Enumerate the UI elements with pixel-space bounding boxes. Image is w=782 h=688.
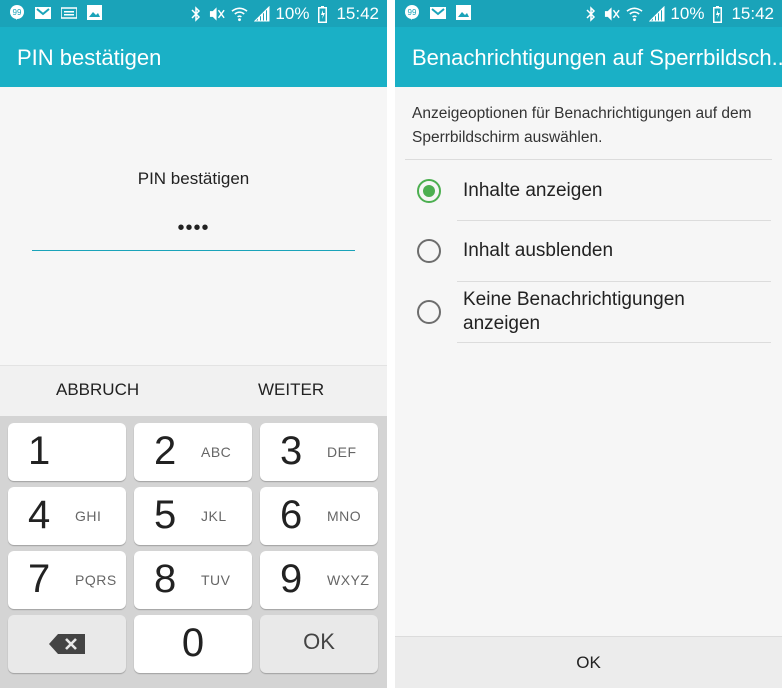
battery-icon bbox=[314, 5, 331, 23]
key-number: 6 bbox=[280, 493, 303, 537]
battery-percent: 10% bbox=[670, 4, 705, 23]
ok-button[interactable]: OK bbox=[395, 636, 782, 688]
radio-button[interactable] bbox=[417, 239, 441, 263]
key-number: 3 bbox=[280, 429, 303, 473]
key-5[interactable]: 5 JKL bbox=[134, 487, 252, 545]
key-number: 4 bbox=[28, 493, 51, 537]
key-number: 5 bbox=[154, 493, 177, 537]
email-icon bbox=[34, 4, 51, 21]
status-bar: 99 10% 15:42 bbox=[0, 0, 387, 27]
key-letters: WXYZ bbox=[327, 572, 370, 588]
ok-button-label: OK bbox=[576, 653, 601, 672]
key-8[interactable]: 8 TUV bbox=[134, 551, 252, 609]
backspace-icon bbox=[49, 634, 85, 654]
battery-icon bbox=[709, 5, 726, 23]
keyboard-icon bbox=[60, 4, 77, 21]
status-time: 15:42 bbox=[336, 4, 379, 23]
svg-text:99: 99 bbox=[407, 8, 416, 17]
key-letters: GHI bbox=[75, 508, 102, 524]
key-letters: MNO bbox=[327, 508, 362, 524]
ok-key-label: OK bbox=[303, 629, 335, 654]
bluetooth-icon bbox=[187, 6, 204, 23]
key-number: 2 bbox=[154, 429, 177, 473]
lockscreen-notifications-screen: 99 10% 15:42 Benachrichtigungen auf Sper… bbox=[395, 0, 782, 688]
delete-key[interactable] bbox=[8, 615, 126, 673]
signal-icon bbox=[648, 6, 665, 23]
key-7[interactable]: 7 PQRS bbox=[8, 551, 126, 609]
next-button[interactable]: WEITER bbox=[258, 380, 324, 400]
pin-input[interactable]: •••• bbox=[0, 217, 387, 240]
option-label: Inhalte anzeigen bbox=[463, 180, 603, 201]
hangouts-icon: 99 bbox=[403, 4, 420, 21]
action-bar: ABBRUCH WEITER bbox=[0, 365, 387, 416]
key-4[interactable]: 4 GHI bbox=[8, 487, 126, 545]
signal-icon bbox=[253, 6, 270, 23]
key-6[interactable]: 6 MNO bbox=[260, 487, 378, 545]
key-number: 0 bbox=[181, 621, 205, 665]
radio-button[interactable] bbox=[417, 300, 441, 324]
pin-input-underline bbox=[32, 250, 355, 251]
app-bar: PIN bestätigen bbox=[0, 27, 387, 87]
battery-percent: 10% bbox=[275, 4, 310, 23]
key-9[interactable]: 9 WXYZ bbox=[260, 551, 378, 609]
option-label: Inhalt ausblenden bbox=[463, 240, 614, 261]
key-letters: ABC bbox=[201, 444, 232, 460]
email-icon bbox=[429, 4, 446, 21]
option-show-content[interactable]: Inhalte anzeigen bbox=[395, 161, 782, 221]
status-time: 15:42 bbox=[731, 4, 774, 23]
wifi-icon bbox=[231, 6, 248, 23]
pin-entry-area: PIN bestätigen •••• bbox=[0, 87, 387, 365]
description-text: Anzeigeoptionen für Benachrichtigungen a… bbox=[412, 105, 752, 146]
key-3[interactable]: 3 DEF bbox=[260, 423, 378, 481]
pin-confirm-screen: 99 10% 15:42 PIN bestätigen PIN bestätig… bbox=[0, 0, 387, 688]
divider bbox=[405, 159, 772, 160]
page-title: Benachrichtigungen auf Sperrbildsch... bbox=[412, 45, 782, 70]
ok-key[interactable]: OK bbox=[260, 615, 378, 673]
app-bar: Benachrichtigungen auf Sperrbildsch... bbox=[395, 27, 782, 87]
radio-button-selected[interactable] bbox=[417, 179, 441, 203]
divider bbox=[457, 342, 771, 343]
status-bar: 99 10% 15:42 bbox=[395, 0, 782, 27]
wifi-icon bbox=[626, 6, 643, 23]
gallery-icon bbox=[86, 4, 103, 21]
hangouts-icon: 99 bbox=[8, 4, 25, 21]
option-hide-content[interactable]: Inhalt ausblenden bbox=[395, 221, 782, 281]
pin-label: PIN bestätigen bbox=[137, 169, 250, 188]
key-letters: DEF bbox=[327, 444, 357, 460]
gallery-icon bbox=[455, 4, 472, 21]
key-number: 1 bbox=[28, 429, 51, 473]
mute-icon bbox=[604, 6, 621, 23]
key-number: 8 bbox=[154, 557, 177, 601]
key-1[interactable]: 1 bbox=[8, 423, 126, 481]
option-no-notifications[interactable]: Keine Benachrichtigungen anzeigen bbox=[395, 282, 782, 342]
key-2[interactable]: 2 ABC bbox=[134, 423, 252, 481]
settings-body: Anzeigeoptionen für Benachrichtigungen a… bbox=[395, 87, 782, 636]
key-number: 9 bbox=[280, 557, 303, 601]
key-letters: PQRS bbox=[75, 572, 117, 588]
cancel-button[interactable]: ABBRUCH bbox=[56, 380, 139, 400]
bluetooth-icon bbox=[582, 6, 599, 23]
key-0[interactable]: 0 bbox=[134, 615, 252, 673]
svg-text:99: 99 bbox=[12, 8, 21, 17]
numeric-keypad: 1 2 ABC 3 DEF 4 GHI 5 JKL 6 MNO 7 PQRS 8 bbox=[0, 416, 387, 688]
option-label: Keine Benachrichtigungen anzeigen bbox=[463, 289, 685, 334]
key-letters: JKL bbox=[201, 508, 227, 524]
mute-icon bbox=[209, 6, 226, 23]
key-letters: TUV bbox=[201, 572, 231, 588]
key-number: 7 bbox=[28, 557, 51, 601]
page-title: PIN bestätigen bbox=[17, 45, 162, 70]
